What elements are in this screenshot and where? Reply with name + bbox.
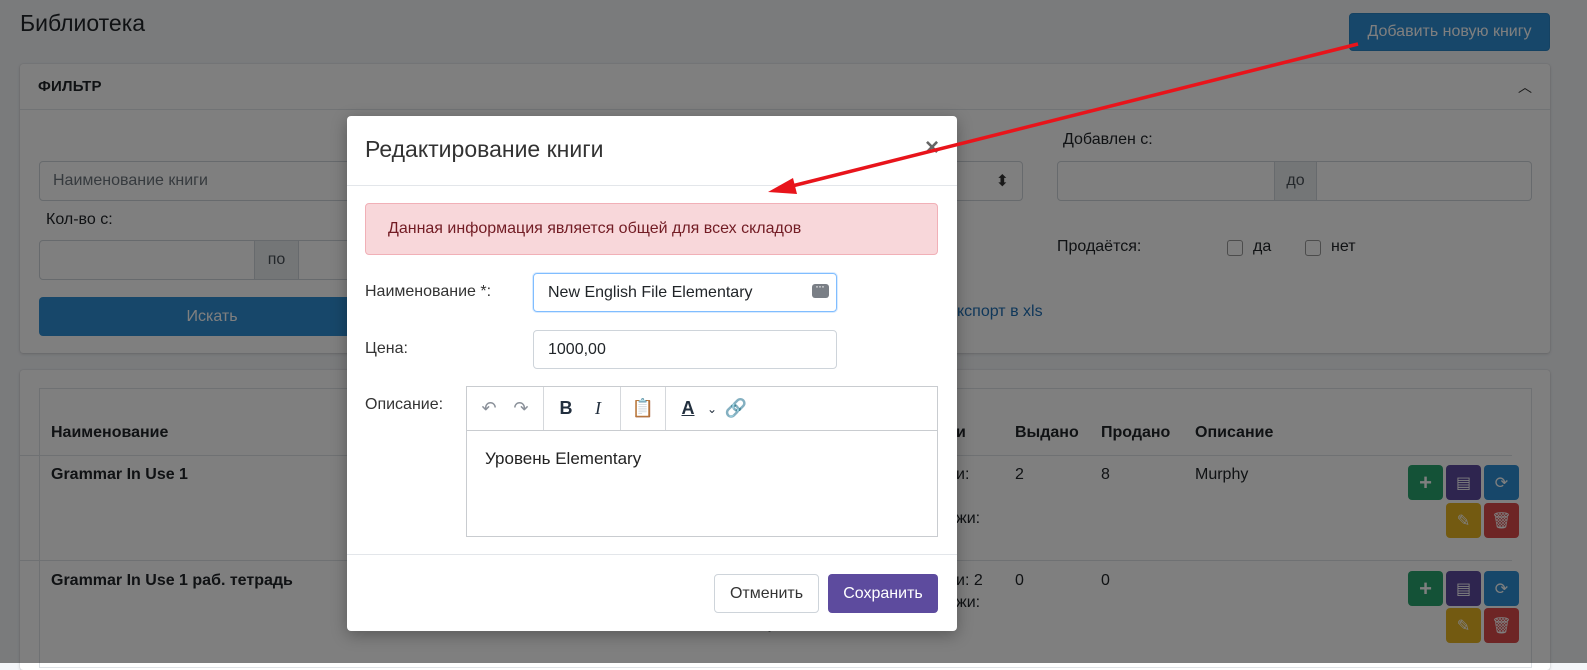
alert-text: Данная информация является общей для все…: [388, 220, 802, 237]
bold-icon[interactable]: B: [550, 393, 582, 425]
modal-header: Редактирование книги ×: [347, 116, 957, 186]
shared-info-alert: Данная информация является общей для все…: [365, 203, 938, 255]
link-icon[interactable]: 🔗: [720, 393, 752, 425]
edit-book-modal: Редактирование книги × Данная информация…: [347, 116, 957, 631]
clipboard-icon[interactable]: 📋: [627, 393, 659, 425]
name-input-value: New English File Elementary: [548, 283, 753, 301]
format-group: B I: [544, 387, 621, 430]
price-input-value: 1000,00: [548, 340, 606, 358]
modal-title: Редактирование книги: [365, 136, 604, 162]
italic-icon[interactable]: I: [582, 393, 614, 425]
history-group: ↶ ↷: [467, 387, 544, 430]
color-link-group: A ⌄ 🔗: [666, 387, 758, 430]
editor-toolbar: ↶ ↷ B I 📋 A ⌄ 🔗: [467, 387, 937, 431]
close-icon[interactable]: ×: [925, 136, 939, 160]
name-label: Наименование *:: [365, 283, 492, 300]
description-label: Описание:: [365, 396, 444, 413]
chevron-down-icon[interactable]: ⌄: [704, 393, 720, 425]
text-color-icon[interactable]: A: [672, 393, 704, 425]
undo-icon[interactable]: ↶: [473, 393, 505, 425]
keyboard-icon[interactable]: [812, 279, 829, 298]
save-button[interactable]: Сохранить: [828, 574, 938, 613]
description-editor: ↶ ↷ B I 📋 A ⌄ 🔗 Уровень Elementary: [466, 386, 938, 537]
paste-group: 📋: [621, 387, 666, 430]
price-input[interactable]: 1000,00: [533, 330, 837, 369]
price-label: Цена:: [365, 340, 408, 357]
editor-content[interactable]: Уровень Elementary: [467, 431, 937, 487]
name-input[interactable]: New English File Elementary: [533, 273, 837, 312]
cancel-button[interactable]: Отменить: [714, 574, 819, 613]
redo-icon[interactable]: ↷: [505, 393, 537, 425]
modal-footer: Отменить Сохранить: [347, 554, 957, 631]
